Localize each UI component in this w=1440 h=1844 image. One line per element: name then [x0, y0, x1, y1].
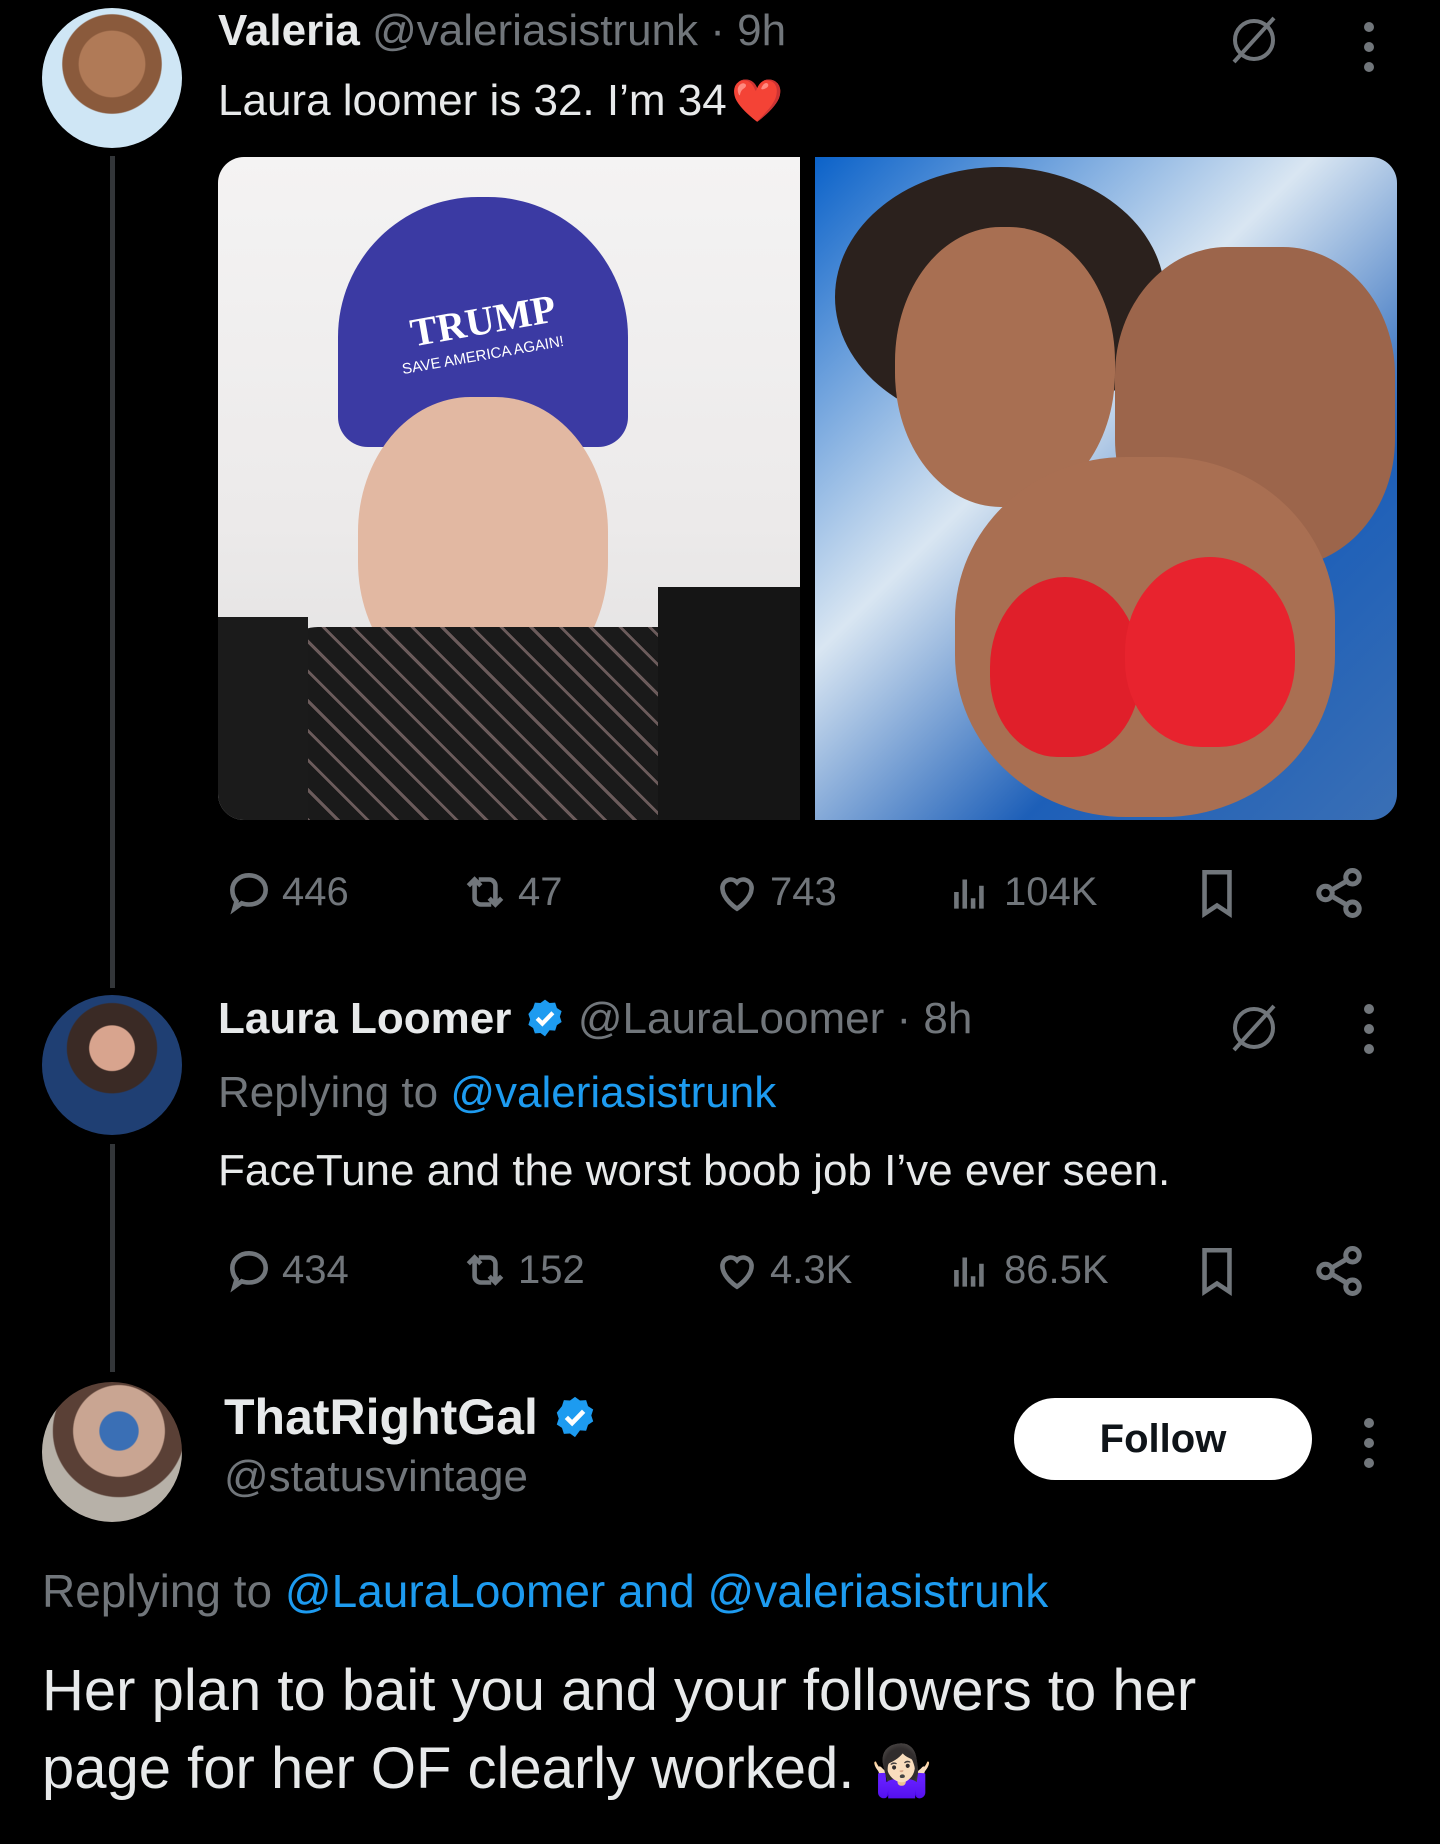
repost-icon: [466, 1254, 504, 1286]
replying-prefix: Replying to: [42, 1565, 273, 1617]
reply-count: 434: [282, 1247, 349, 1292]
tweet-text-line-2: page for her OF clearly worked.: [42, 1736, 855, 1801]
avatar[interactable]: [42, 8, 182, 148]
heart-emoji: ❤️: [731, 77, 784, 124]
more-icon[interactable]: [1364, 1004, 1376, 1064]
bikini-left: [990, 577, 1140, 757]
views-button[interactable]: 86.5K: [946, 1240, 1109, 1300]
jacket-right: [658, 587, 800, 820]
repost-icon: [466, 876, 504, 908]
thread-line: [110, 1144, 115, 1372]
reply-button[interactable]: 434: [224, 1240, 349, 1300]
handle[interactable]: @LauraLoomer: [578, 994, 884, 1043]
timestamp[interactable]: · 9h: [710, 6, 786, 55]
replying-to: Replying to @valeriasistrunk: [218, 1068, 776, 1118]
repost-button[interactable]: 152: [460, 1240, 585, 1300]
follow-button[interactable]: Follow: [1014, 1398, 1312, 1480]
tweet-image-left[interactable]: TRUMP SAVE AMERICA AGAIN!: [218, 157, 800, 820]
tweet-header: Valeria @valeriasistrunk · 9h: [218, 6, 786, 56]
like-icon: [720, 877, 754, 912]
scarf: [278, 627, 698, 820]
reply-button[interactable]: 446: [224, 862, 349, 922]
views-icon: [954, 879, 984, 909]
grok-icon[interactable]: [1226, 12, 1282, 68]
thread-line: [110, 156, 115, 988]
tweet-text: Her plan to bait you and your followers …: [42, 1652, 1196, 1810]
views-icon: [954, 1257, 984, 1287]
views-count: 104K: [1004, 869, 1098, 914]
like-icon: [720, 1255, 754, 1290]
like-count: 4.3K: [770, 1247, 853, 1292]
handle[interactable]: @statusvintage: [224, 1452, 528, 1502]
verified-icon: [556, 1396, 593, 1438]
handle[interactable]: @valeriasistrunk: [372, 6, 698, 55]
reply-icon: [230, 1251, 268, 1293]
tweet-actions: 434 152 4.3K 86.5K: [224, 1240, 1374, 1300]
tweet-text-line: Her plan to bait you and your followers …: [42, 1658, 1197, 1723]
more-icon[interactable]: [1364, 22, 1376, 82]
reply-count: 446: [282, 869, 349, 914]
like-button[interactable]: 743: [712, 862, 837, 922]
tweet-text: Laura loomer is 32. I’m 34: [218, 76, 727, 125]
tweet-text-line: page for her OF clearly worked. 🤷🏻‍♀️: [42, 1730, 1196, 1810]
repost-count: 47: [518, 869, 563, 914]
replying-to: Replying to @LauraLoomer and @valeriasis…: [42, 1564, 1048, 1618]
display-name[interactable]: ThatRightGal: [224, 1389, 538, 1445]
display-name[interactable]: Laura Loomer: [218, 994, 511, 1043]
avatar[interactable]: [42, 1382, 182, 1522]
tweet-header: Laura Loomer @LauraLoomer · 8h: [218, 994, 972, 1044]
replying-prefix: Replying to: [218, 1068, 439, 1117]
repost-count: 152: [518, 1247, 585, 1292]
views-count: 86.5K: [1004, 1247, 1109, 1292]
bikini-right: [1125, 557, 1295, 747]
shrug-emoji: 🤷🏻‍♀️: [870, 1743, 933, 1799]
reply-icon: [230, 873, 268, 915]
jacket: [218, 617, 308, 820]
tweet-image-right[interactable]: [815, 157, 1397, 820]
repost-button[interactable]: 47: [460, 862, 563, 922]
bookmark-icon[interactable]: [1192, 1244, 1242, 1298]
verified-icon: [528, 999, 562, 1037]
timestamp[interactable]: · 8h: [896, 994, 972, 1043]
tweet-text-row: Laura loomer is 32. I’m 34 ❤️: [218, 76, 783, 126]
like-button[interactable]: 4.3K: [712, 1240, 852, 1300]
more-icon[interactable]: [1364, 1418, 1376, 1478]
author-name-row: ThatRightGal: [224, 1388, 598, 1446]
grok-icon[interactable]: [1226, 1000, 1282, 1056]
display-name[interactable]: Valeria: [218, 6, 360, 55]
views-button[interactable]: 104K: [946, 862, 1097, 922]
share-icon[interactable]: [1312, 866, 1366, 920]
mention-links[interactable]: @LauraLoomer and @valeriasistrunk: [285, 1565, 1048, 1617]
tweet-actions: 446 47 743 104K: [224, 862, 1374, 922]
avatar[interactable]: [42, 995, 182, 1135]
tweet-text: FaceTune and the worst boob job I’ve eve…: [218, 1146, 1171, 1195]
mention-link[interactable]: @valeriasistrunk: [450, 1068, 776, 1117]
bookmark-icon[interactable]: [1192, 866, 1242, 920]
like-count: 743: [770, 869, 837, 914]
share-icon[interactable]: [1312, 1244, 1366, 1298]
